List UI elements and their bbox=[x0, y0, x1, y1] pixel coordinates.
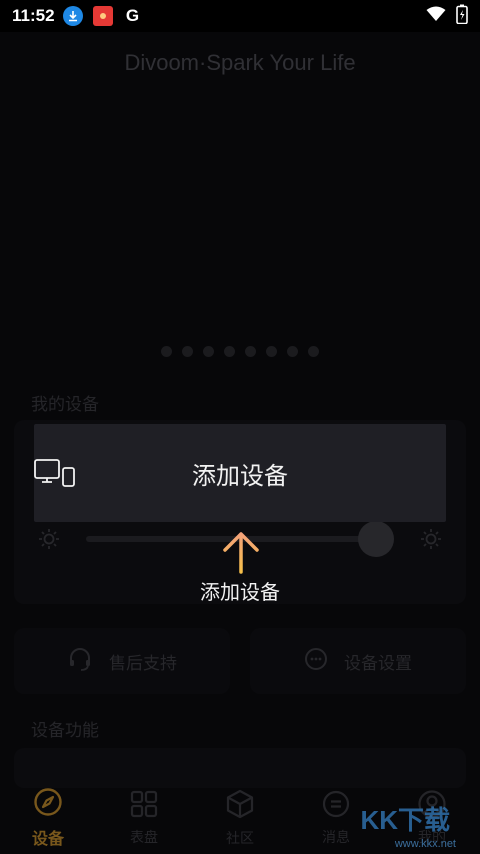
status-bar: 11:52 G bbox=[0, 0, 480, 32]
app-icon bbox=[92, 6, 113, 26]
wifi-icon bbox=[426, 6, 446, 26]
add-device-label: 添加设备 bbox=[192, 461, 288, 490]
google-icon: G bbox=[125, 6, 140, 25]
watermark-url: www.kkx.net bbox=[394, 838, 456, 850]
battery-icon bbox=[456, 4, 468, 28]
status-time: 11:52 bbox=[12, 6, 55, 25]
arrow-up-icon bbox=[223, 532, 259, 574]
download-icon bbox=[62, 6, 83, 26]
add-device-button[interactable]: 添加设备 bbox=[34, 424, 446, 522]
devices-icon bbox=[34, 458, 78, 488]
watermark-logo: KK下载 bbox=[360, 805, 450, 835]
guide-hint: 添加设备 bbox=[200, 580, 280, 604]
